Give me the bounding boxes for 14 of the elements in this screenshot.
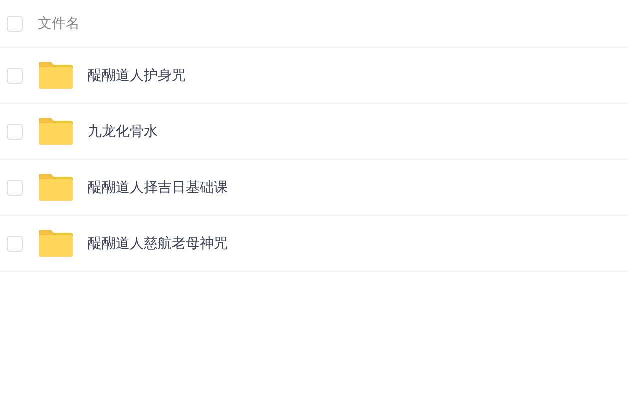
row-checkbox[interactable] <box>7 68 23 84</box>
folder-icon <box>39 174 73 201</box>
folder-icon <box>39 62 73 89</box>
folder-name[interactable]: 醍醐道人择吉日基础课 <box>88 178 228 196</box>
folder-icon <box>39 230 73 257</box>
row-checkbox[interactable] <box>7 124 23 140</box>
row-checkbox[interactable] <box>7 180 23 196</box>
folder-name[interactable]: 九龙化骨水 <box>88 122 158 140</box>
folder-name[interactable]: 醍醐道人慈航老母神咒 <box>88 234 228 252</box>
folder-name[interactable]: 醍醐道人护身咒 <box>88 66 186 84</box>
column-header[interactable]: 文件名 <box>38 14 80 32</box>
row-checkbox[interactable] <box>7 236 23 252</box>
select-all-checkbox[interactable] <box>7 16 23 32</box>
folder-icon <box>39 118 73 145</box>
